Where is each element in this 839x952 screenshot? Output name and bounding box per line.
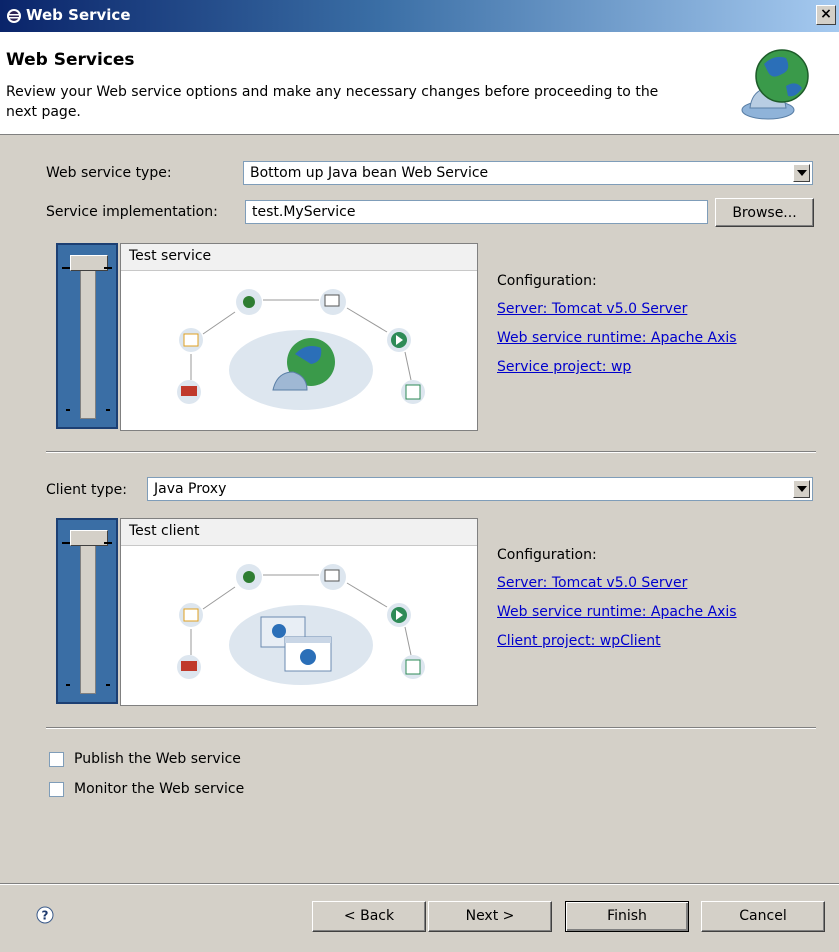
slider-tick [106, 684, 110, 686]
footer-separator [0, 883, 839, 885]
back-button[interactable]: < Back [312, 901, 426, 932]
install-icon [320, 564, 346, 590]
client-type-combo[interactable]: Java Proxy [147, 477, 813, 501]
eclipse-icon [7, 9, 21, 23]
monitor-label: Monitor the Web service [74, 781, 245, 797]
service-server-link[interactable]: Server: Tomcat v5.0 Server [497, 301, 687, 317]
service-implementation-label: Service implementation: [46, 204, 218, 220]
back-button-label: < Back [343, 908, 395, 924]
browse-button-label: Browse... [732, 205, 797, 221]
title-bar: Web Service × [0, 0, 839, 32]
service-level-panel: Test service [120, 243, 478, 431]
service-lifecycle-diagram [177, 289, 425, 410]
slider-track [80, 259, 96, 419]
slider-tick [62, 542, 70, 544]
web-service-type-combo[interactable]: Bottom up Java bean Web Service [243, 161, 813, 185]
start-icon [387, 603, 411, 627]
test-icon [401, 655, 425, 679]
assemble-icon [179, 328, 203, 352]
wizard-banner: Web Services Review your Web service opt… [0, 32, 839, 135]
close-button[interactable]: × [816, 5, 836, 25]
start-icon [387, 328, 411, 352]
service-configuration-label: Configuration: [497, 273, 597, 289]
service-implementation-input[interactable]: test.MyService [245, 200, 708, 224]
chevron-down-icon[interactable] [793, 164, 810, 182]
separator [46, 727, 816, 729]
cancel-button[interactable]: Cancel [701, 901, 825, 932]
slider-tick [104, 267, 112, 269]
chevron-down-icon[interactable] [793, 480, 810, 498]
client-runtime-link[interactable]: Web service runtime: Apache Axis [497, 604, 737, 620]
slider-tick [106, 409, 110, 411]
service-level-slider[interactable] [56, 243, 118, 429]
client-lifecycle-diagram [177, 564, 425, 685]
slider-tick [62, 267, 70, 269]
window-title: Web Service [26, 6, 131, 24]
service-project-link[interactable]: Service project: wp [497, 359, 631, 375]
develop-icon [177, 380, 201, 404]
slider-tick [66, 409, 70, 411]
publish-label: Publish the Web service [74, 751, 241, 767]
separator [46, 451, 816, 453]
client-configuration-label: Configuration: [497, 547, 597, 563]
slider-thumb[interactable] [70, 530, 108, 546]
web-service-globe-icon [741, 49, 809, 120]
monitor-checkbox[interactable] [49, 782, 64, 797]
service-level-header: Test service [121, 244, 477, 271]
client-level-header: Test client [121, 519, 477, 546]
deploy-icon [236, 289, 262, 315]
page-title: Web Services [6, 50, 135, 70]
client-level-text: Test client [129, 523, 200, 539]
service-runtime-link[interactable]: Web service runtime: Apache Axis [497, 330, 737, 346]
help-icon[interactable]: ? [36, 906, 54, 924]
service-implementation-value: test.MyService [252, 204, 356, 220]
service-level-text: Test service [129, 248, 212, 264]
slider-tick [104, 542, 112, 544]
next-button[interactable]: Next > [428, 901, 552, 932]
next-button-label: Next > [465, 908, 515, 924]
publish-checkbox[interactable] [49, 752, 64, 767]
client-type-label: Client type: [46, 482, 127, 498]
browse-button[interactable]: Browse... [715, 198, 814, 227]
close-icon: × [820, 6, 832, 22]
slider-thumb[interactable] [70, 255, 108, 271]
cancel-button-label: Cancel [739, 908, 787, 924]
finish-button[interactable]: Finish [565, 901, 689, 932]
assemble-icon [179, 603, 203, 627]
web-service-type-value: Bottom up Java bean Web Service [250, 165, 489, 181]
client-type-value: Java Proxy [154, 481, 227, 497]
test-icon [401, 380, 425, 404]
client-server-link[interactable]: Server: Tomcat v5.0 Server [497, 575, 687, 591]
deploy-icon [236, 564, 262, 590]
develop-icon [177, 655, 201, 679]
finish-button-label: Finish [607, 908, 647, 924]
client-level-slider[interactable] [56, 518, 118, 704]
svg-text:?: ? [42, 909, 49, 923]
client-level-panel: Test client [120, 518, 478, 706]
web-service-type-label: Web service type: [46, 165, 172, 181]
page-description: Review your Web service options and make… [6, 84, 659, 120]
slider-tick [66, 684, 70, 686]
install-icon [320, 289, 346, 315]
slider-track [80, 534, 96, 694]
client-project-link[interactable]: Client project: wpClient [497, 633, 661, 649]
